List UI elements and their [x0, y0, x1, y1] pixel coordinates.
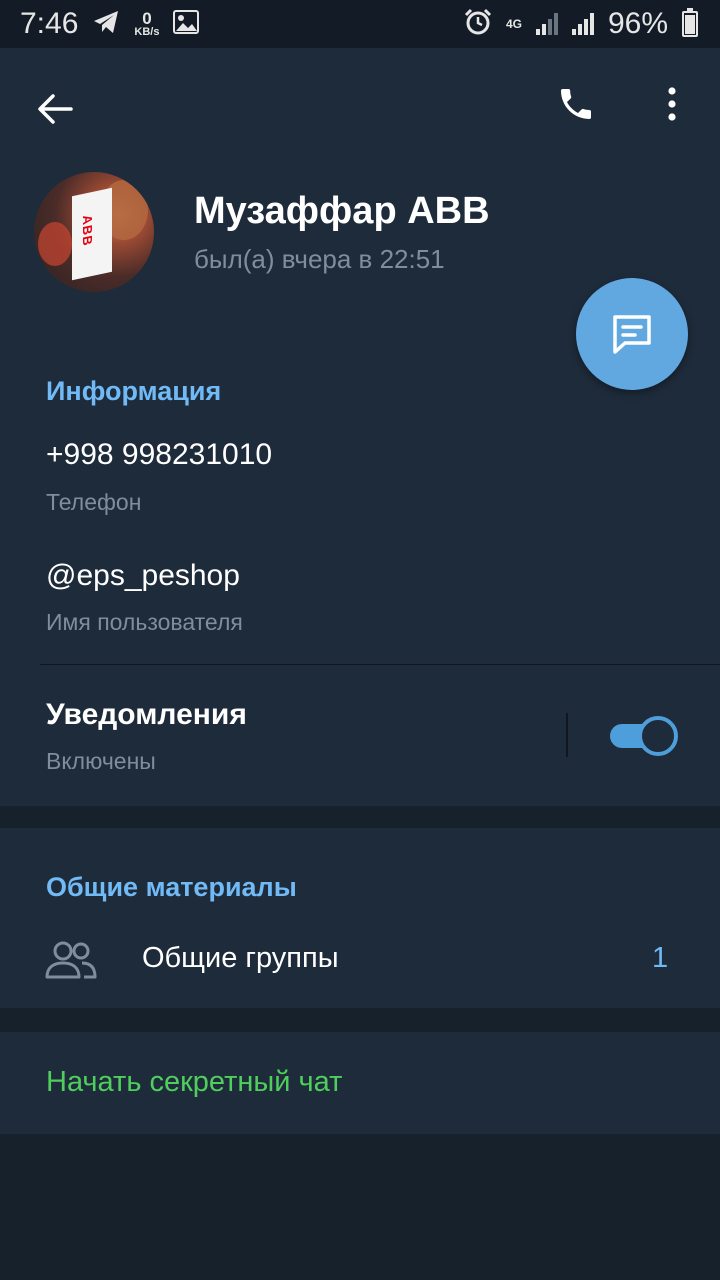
telegram-icon	[92, 9, 120, 40]
last-seen-status: был(а) вчера в 22:51	[194, 244, 445, 274]
status-bar-left: 7:46 0 KB/s	[20, 7, 200, 41]
signal-strength-icon-2	[571, 13, 594, 35]
more-menu-button[interactable]	[652, 78, 692, 130]
phone-icon	[561, 89, 591, 119]
vertical-separator	[566, 713, 568, 757]
common-groups-count: 1	[652, 942, 669, 974]
username-value: @eps_peshop	[46, 559, 240, 592]
info-section: Информация +998 998231010 Телефон @eps_p…	[0, 338, 720, 806]
status-bar: 7:46 0 KB/s 4G 96%	[0, 0, 720, 48]
arrow-left-icon	[38, 94, 73, 124]
alarm-icon	[464, 8, 492, 41]
signal-strength-icon	[535, 13, 558, 35]
image-icon	[173, 9, 200, 39]
divider	[40, 664, 720, 665]
battery-icon	[682, 8, 698, 37]
info-section-title: Информация	[46, 376, 222, 406]
message-icon	[613, 315, 651, 354]
send-message-fab[interactable]	[576, 278, 688, 390]
network-speed: 0 KB/s	[134, 9, 160, 38]
back-button[interactable]	[30, 84, 80, 134]
abb-flag-logo: ABB	[72, 187, 112, 281]
start-secret-chat-button[interactable]: Начать секретный чат	[46, 1066, 342, 1099]
avatar[interactable]: ABB	[34, 172, 154, 292]
username-label: Имя пользователя	[46, 609, 243, 635]
users-icon	[45, 941, 97, 979]
more-vertical-icon	[668, 87, 676, 121]
notifications-state: Включены	[46, 748, 156, 774]
status-time: 7:46	[20, 7, 79, 40]
shared-media-section: Общие материалы Общие группы 1	[0, 828, 720, 1008]
phone-value: +998 998231010	[46, 438, 273, 471]
common-groups-label: Общие группы	[142, 942, 339, 974]
shared-section-title: Общие материалы	[46, 872, 297, 902]
notifications-toggle[interactable]	[610, 716, 678, 756]
phone-label: Телефон	[46, 489, 142, 515]
notifications-title: Уведомления	[46, 698, 247, 731]
status-bar-right: 4G 96%	[464, 7, 698, 41]
secret-chat-section: Начать секретный чат	[0, 1032, 720, 1134]
network-type: 4G	[505, 17, 522, 31]
call-button[interactable]	[550, 78, 602, 130]
battery-percent: 96%	[607, 7, 668, 40]
profile-name: Музаффар ABB	[194, 190, 490, 232]
